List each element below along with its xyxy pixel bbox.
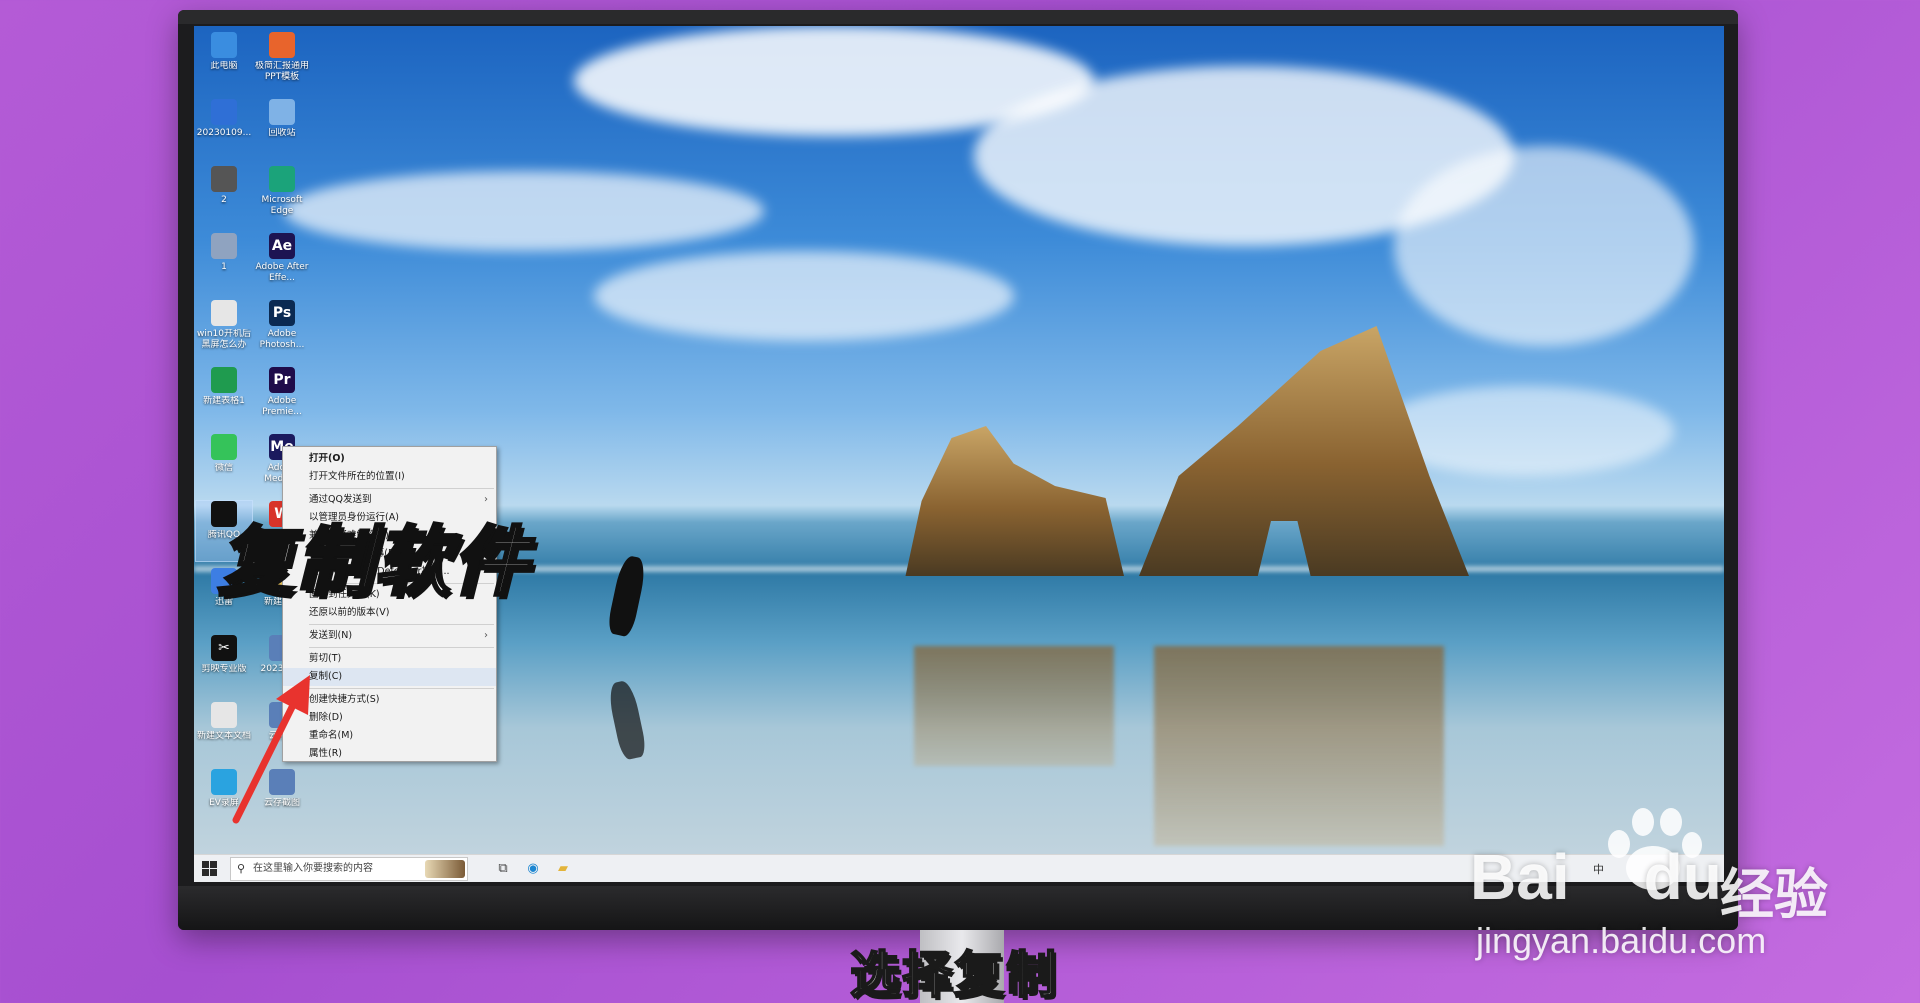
wechat-icon xyxy=(211,434,237,460)
red-arrow-annotation xyxy=(232,675,310,824)
desktop-icon-label: Microsoft Edge xyxy=(261,195,303,216)
wallpaper-cloud xyxy=(284,171,764,251)
desktop-icon[interactable]: Ae Adobe After Effe... xyxy=(254,233,310,293)
desktop-icon-label: 回收站 xyxy=(268,128,296,138)
photoshop-icon: Ps xyxy=(269,300,295,326)
desktop-icon-label: 2 xyxy=(221,195,227,205)
desktop-screen[interactable]: 此电脑 极简汇报通用PPT模板 20230109... 回收站 2 Microsoft E… xyxy=(194,26,1724,882)
overlay-title: 复制软件 xyxy=(217,516,530,608)
sheet-file-icon xyxy=(211,367,237,393)
desktop-icon[interactable]: Ps Adobe Photosh... xyxy=(254,300,310,360)
desktop-icon[interactable]: 极简汇报通用PPT模板 xyxy=(254,32,310,92)
text-file-icon xyxy=(211,300,237,326)
premiere-icon: Pr xyxy=(269,367,295,393)
context-menu-item[interactable]: 发送到(N) › xyxy=(283,627,496,645)
desktop-icon[interactable]: 微信 xyxy=(196,434,252,494)
watermark-logo-text: Bai du xyxy=(1470,841,1722,913)
context-menu-item-label: 打开(O) xyxy=(309,453,345,464)
video-subtitle: 选择复制 xyxy=(849,945,1058,1003)
context-menu-separator xyxy=(309,688,494,689)
computer-icon xyxy=(211,32,237,58)
desktop-icon-label: 微信 xyxy=(214,463,233,473)
desktop-icon[interactable]: 此电脑 xyxy=(196,32,252,92)
capcut-icon: ✂ xyxy=(211,635,237,661)
edge-icon xyxy=(269,166,295,192)
desktop-icon-label: Adobe After Effe... xyxy=(255,262,309,283)
wallpaper-reflection xyxy=(914,646,1114,766)
baidu-jingyan-watermark: Bai du 经验 jingyan.baidu.com xyxy=(1470,800,1830,961)
monitor-bezel xyxy=(178,10,1738,24)
wallpaper-cloud xyxy=(594,251,1014,341)
desktop-icon-label: 20230109... xyxy=(196,128,252,138)
chevron-right-icon: › xyxy=(484,630,488,641)
context-menu-item[interactable]: 打开文件所在的位置(I) xyxy=(283,468,496,486)
search-icon: ⚲ xyxy=(237,862,246,875)
file-explorer-icon[interactable]: ▰ xyxy=(554,860,572,878)
context-menu-item-label: 剪切(T) xyxy=(309,653,342,664)
desktop-icon-label: 极简汇报通用PPT模板 xyxy=(254,61,309,82)
desktop-icon[interactable]: 新建表格1 xyxy=(196,367,252,427)
image-file-icon xyxy=(211,166,237,192)
after-effects-icon: Ae xyxy=(269,233,295,259)
desktop-icon[interactable]: 1 xyxy=(196,233,252,293)
task-view-icon[interactable]: ⧉ xyxy=(494,860,512,878)
start-button[interactable] xyxy=(202,861,218,877)
edge-taskbar-icon[interactable]: ◉ xyxy=(524,860,542,878)
desktop-icon-label: Adobe Premie... xyxy=(262,396,302,417)
image-file-icon xyxy=(211,233,237,259)
watermark-url: jingyan.baidu.com xyxy=(1476,920,1767,961)
search-placeholder: 在这里输入你要搜索的内容 xyxy=(253,863,373,874)
desktop-icon-label: win10开机后黑屏怎么办 xyxy=(196,329,252,350)
search-highlight-image xyxy=(425,860,465,878)
wallpaper-rock-right xyxy=(1139,326,1469,576)
wallpaper-cloud xyxy=(1394,146,1694,346)
doc-file-icon xyxy=(211,99,237,125)
desktop-icon-label: 1 xyxy=(221,262,227,272)
context-menu-item-label: 发送到(N) xyxy=(309,630,353,641)
desktop-icon[interactable]: Microsoft Edge xyxy=(254,166,310,226)
context-menu-item[interactable]: 剪切(T) xyxy=(283,650,496,668)
taskbar-search-box[interactable]: ⚲ 在这里输入你要搜索的内容 xyxy=(230,857,468,881)
desktop-icon[interactable]: 2 xyxy=(196,166,252,226)
context-menu-separator xyxy=(309,488,494,489)
context-menu-separator xyxy=(309,624,494,625)
desktop-icon[interactable]: Pr Adobe Premie... xyxy=(254,367,310,427)
wallpaper-reflection xyxy=(1154,646,1444,846)
desktop-icon[interactable]: 20230109... xyxy=(196,99,252,159)
desktop-icon-label: 新建表格1 xyxy=(203,396,245,406)
recycle-bin-icon xyxy=(269,99,295,125)
ppt-file-icon xyxy=(269,32,295,58)
context-menu-item-label: 打开文件所在的位置(I) xyxy=(309,471,405,482)
wallpaper-runner-shadow xyxy=(606,679,648,761)
desktop-icon[interactable]: 回收站 xyxy=(254,99,310,159)
context-menu-item[interactable]: 打开(O) xyxy=(283,450,496,468)
desktop-icon-label: Adobe Photosh... xyxy=(259,329,305,350)
wallpaper-rock-left xyxy=(905,426,1124,576)
desktop-icon[interactable]: win10开机后黑屏怎么办 xyxy=(196,300,252,360)
watermark-cn-text: 经验 xyxy=(1720,863,1828,926)
desktop-icon-label: 此电脑 xyxy=(210,61,238,71)
context-menu-separator xyxy=(309,647,494,648)
desktop-icon-label: 剪映专业版 xyxy=(201,664,247,674)
